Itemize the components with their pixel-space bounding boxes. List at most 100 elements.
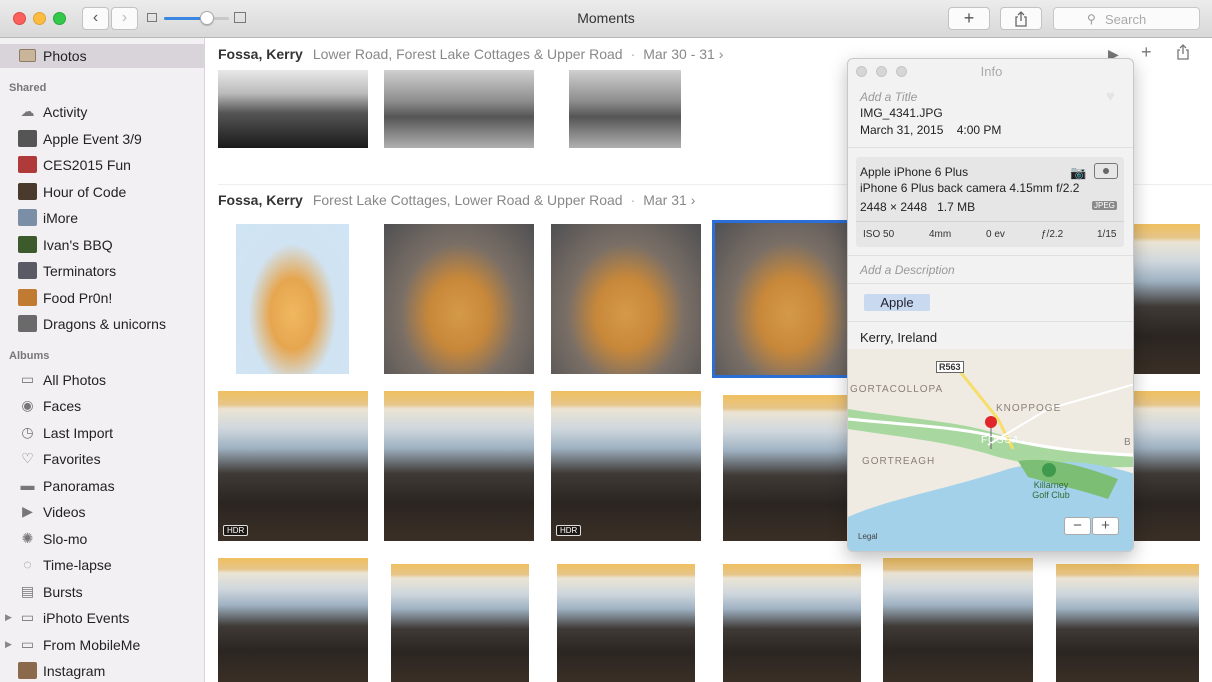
sidebar-item-hour-of-code[interactable]: Hour of Code [0, 180, 205, 204]
faces-icon: ◉ [21, 397, 34, 413]
plus-icon[interactable]: + [1141, 42, 1152, 63]
sidebar-item-videos[interactable]: ▶ Videos [0, 500, 205, 524]
moment-header[interactable]: Fossa, Kerry Forest Lake Cottages, Lower … [218, 192, 695, 208]
album-thumbnail [18, 183, 37, 200]
chevron-right-icon: › [714, 46, 724, 62]
photo-thumbnail[interactable] [1056, 564, 1199, 682]
disclosure-triangle-icon[interactable]: ▶ [5, 639, 12, 650]
photo-thumbnail[interactable] [236, 224, 349, 374]
exif-shutter: 1/15 [1097, 229, 1117, 240]
road-sign: R563 [936, 361, 964, 373]
map-legal-link[interactable]: Legal [858, 532, 878, 541]
sidebar-item-activity[interactable]: ☁ Activity [0, 100, 205, 124]
search-field[interactable]: ⚲ Search [1053, 7, 1200, 30]
sidebar-item-terminators[interactable]: Terminators [0, 259, 205, 283]
photo-thumbnail[interactable] [384, 70, 534, 148]
sidebar-item-faces[interactable]: ◉ Faces [0, 394, 205, 418]
moment-date: Mar 31 [643, 192, 687, 208]
add-button[interactable]: + [948, 7, 990, 30]
map-zoom-in-button[interactable]: + [1092, 517, 1119, 535]
sidebar-item-photos[interactable]: Photos [0, 44, 205, 68]
exif-aperture: ƒ/2.2 [1041, 229, 1064, 240]
photo-thumbnail[interactable] [723, 564, 861, 682]
sidebar-item-label: Food Pr0n! [43, 290, 113, 306]
search-icon: ⚲ [1087, 12, 1096, 26]
photo-thumbnail[interactable] [569, 70, 681, 148]
chevron-right-icon: › [686, 192, 696, 208]
disclosure-triangle-icon[interactable]: ▶ [5, 612, 12, 623]
moment-location: Fossa, Kerry [218, 46, 303, 62]
sidebar-item-label: Favorites [43, 451, 101, 467]
sidebar-item-instagram[interactable]: Instagram [0, 659, 205, 682]
share-button[interactable] [1000, 7, 1042, 30]
photo-thumbnail[interactable] [551, 224, 701, 374]
sidebar-item-panoramas[interactable]: ▬ Panoramas [0, 474, 205, 498]
sidebar-item-imore[interactable]: iMore [0, 206, 205, 230]
moment-header[interactable]: Fossa, Kerry Lower Road, Forest Lake Cott… [218, 46, 723, 62]
photo-thumbnail[interactable] [883, 558, 1033, 682]
dimensions-value: 2448 × 2448 [860, 200, 928, 214]
album-thumbnail [18, 130, 37, 147]
favorite-heart-icon[interactable]: ♥ [1106, 88, 1115, 105]
map-label: FOSSA [981, 435, 1020, 446]
sidebar-item-last-import[interactable]: ◷ Last Import [0, 421, 205, 445]
sidebar: Photos Shared ☁ Activity Apple Event 3/9 … [0, 38, 205, 682]
photo-thumbnail[interactable] [218, 70, 368, 148]
minus-icon: − [1073, 517, 1082, 534]
photo-thumbnail[interactable]: HDR [551, 391, 701, 541]
add-description-field[interactable]: Add a Description [860, 263, 955, 277]
hdr-badge: HDR [556, 525, 582, 536]
sidebar-item-food-pr0n[interactable]: Food Pr0n! [0, 286, 205, 310]
exif-focal: 4mm [929, 229, 952, 240]
sidebar-item-all-photos[interactable]: ▭ All Photos [0, 368, 205, 392]
sidebar-item-label: Terminators [43, 263, 117, 279]
albums-section-header: Albums [9, 350, 50, 362]
sidebar-item-dragons-unicorns[interactable]: Dragons & unicorns [0, 312, 205, 336]
sidebar-item-label: Activity [43, 104, 88, 120]
sidebar-item-slo-mo[interactable]: ✺ Slo-mo [0, 527, 205, 551]
video-icon: ▶ [22, 503, 33, 519]
location-map[interactable]: R563 GORTACOLLOPA KNOPPOGE FOSSA GORTREA… [848, 349, 1133, 551]
lens-info: iPhone 6 Plus back camera 4.15mm f/2.2 [860, 181, 1080, 195]
sidebar-item-iphoto-events[interactable]: ▶ ▭ iPhoto Events [0, 606, 205, 630]
sidebar-item-label: From MobileMe [43, 637, 141, 653]
sidebar-item-label: Ivan's BBQ [43, 237, 113, 253]
sidebar-item-time-lapse[interactable]: ◌ Time-lapse [0, 553, 205, 577]
map-label: Killarney Golf Club [1032, 480, 1070, 500]
info-panel: Info Add a Title ♥ IMG_4341.JPG March 31… [847, 58, 1134, 552]
photo-thumbnail[interactable] [723, 395, 849, 541]
photo-thumbnail[interactable]: HDR [218, 391, 368, 541]
sidebar-item-label: iPhoto Events [43, 610, 130, 626]
photo-thumbnail[interactable] [384, 391, 534, 541]
image-size: 2448 × 2448 1.7 MB [860, 200, 975, 214]
photo-thumbnail-selected[interactable] [712, 220, 866, 378]
toolbar: ‹ › Moments + ⚲ Search [0, 0, 1212, 38]
add-title-field[interactable]: Add a Title [860, 90, 917, 104]
sidebar-item-label: Time-lapse [43, 557, 112, 573]
all-photos-icon: ▭ [20, 371, 35, 387]
record-icon [1094, 163, 1118, 179]
map-zoom-out-button[interactable]: − [1064, 517, 1091, 535]
sidebar-item-from-mobileme[interactable]: ▶ ▭ From MobileMe [0, 633, 205, 657]
album-thumbnail [18, 156, 37, 173]
map-label: KNOPPOGE [996, 403, 1062, 414]
photo-thumbnail[interactable] [1134, 391, 1200, 541]
sidebar-item-favorites[interactable]: ♡ Favorites [0, 447, 205, 471]
photo-thumbnail[interactable] [384, 224, 534, 374]
photo-date: March 31, 2015 4:00 PM [860, 123, 1001, 137]
sidebar-item-apple-event[interactable]: Apple Event 3/9 [0, 127, 205, 151]
sidebar-item-label: Photos [43, 48, 87, 64]
photo-thumbnail[interactable] [1134, 224, 1200, 374]
share-icon[interactable] [1176, 44, 1190, 60]
keyword-tag[interactable]: Apple [864, 294, 930, 311]
sidebar-item-ivans-bbq[interactable]: Ivan's BBQ [0, 233, 205, 257]
sidebar-item-label: Panoramas [43, 478, 115, 494]
sidebar-item-bursts[interactable]: ▤ Bursts [0, 580, 205, 604]
photo-thumbnail[interactable] [391, 564, 529, 682]
exif-ev: 0 ev [986, 229, 1005, 240]
photo-thumbnail[interactable] [218, 558, 368, 682]
sidebar-item-ces2015-fun[interactable]: CES2015 Fun [0, 153, 205, 177]
date-value: March 31, 2015 [860, 123, 944, 137]
sidebar-item-label: Last Import [43, 425, 114, 441]
photo-thumbnail[interactable] [557, 564, 695, 682]
